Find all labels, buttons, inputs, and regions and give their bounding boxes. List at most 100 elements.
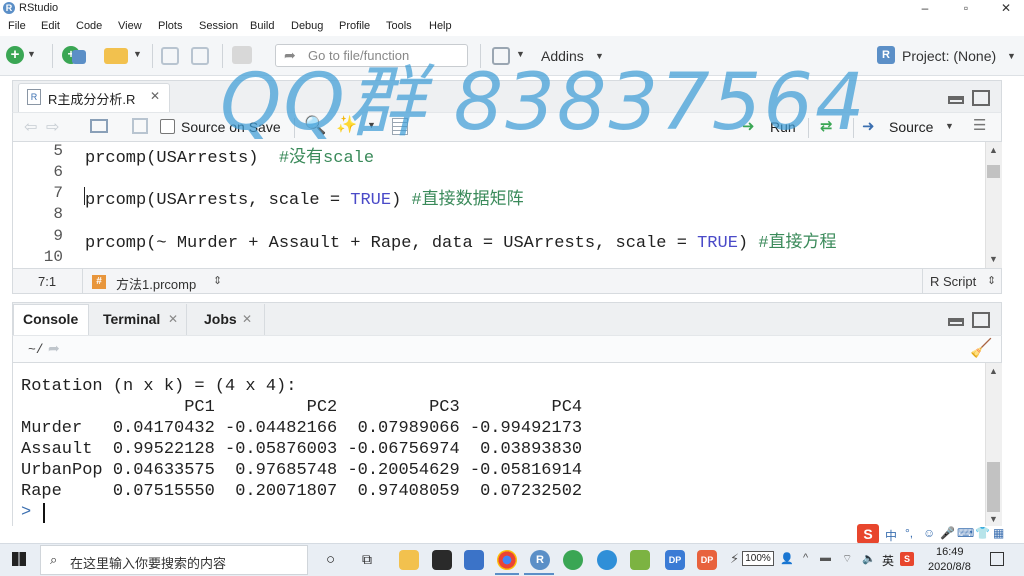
menu-edit[interactable]: Edit (41, 20, 60, 32)
file-explorer-icon[interactable] (399, 550, 419, 570)
source-on-save-checkbox[interactable] (160, 119, 175, 134)
minimize-button[interactable]: – (907, 0, 943, 18)
outline-icon[interactable]: ☰ (973, 116, 986, 134)
ime-indicator[interactable]: 英 (882, 552, 894, 569)
menu-profile[interactable]: Profile (339, 20, 370, 32)
console-scroll-up-icon[interactable]: ▲ (989, 366, 998, 376)
wifi-icon[interactable]: ⌔ (842, 552, 852, 566)
clear-console-broom-icon[interactable]: 🧹 (970, 338, 992, 359)
clock-date[interactable]: 2020/8/8 (928, 561, 971, 573)
rstudio-taskbar-icon[interactable]: R (530, 550, 550, 570)
console-output-line: Rotation (n x k) = (4 x 4): (21, 377, 297, 396)
toolbar-divider (52, 44, 53, 68)
console-maximize-icon[interactable] (972, 312, 990, 328)
source-dropdown-icon[interactable]: ▼ (945, 121, 954, 131)
console-output-line: PC1 PC2 PC3 PC4 (21, 398, 583, 417)
ime-voice-icon[interactable]: 🎤 (940, 526, 955, 540)
save-icon[interactable] (161, 47, 179, 65)
battery-indicator[interactable]: 100% (742, 551, 774, 566)
back-arrow-icon[interactable]: ⇦ (24, 117, 37, 137)
open-file-dropdown-icon[interactable]: ▼ (133, 49, 142, 59)
editor-scroll-thumb[interactable] (987, 165, 1000, 178)
mail-icon[interactable] (464, 550, 484, 570)
console-output[interactable]: Rotation (n x k) = (4 x 4): PC1 PC2 PC3 … (12, 363, 1002, 526)
line-number: 7 (53, 184, 63, 202)
editor-save-icon[interactable] (132, 118, 148, 134)
code-text: prcomp(~ Murder + Assault + Rape, data =… (85, 234, 698, 253)
battery-tray-icon[interactable]: ▬ (820, 552, 831, 564)
clock-time[interactable]: 16:49 (936, 546, 964, 558)
maximize-pane-icon[interactable] (972, 90, 990, 106)
menu-file[interactable]: File (8, 20, 26, 32)
code-editor[interactable]: 5 prcomp(USArrests) #没有scale 6 7 prcomp(… (12, 142, 1002, 268)
console-scroll-down-icon[interactable]: ▼ (989, 514, 998, 524)
menu-code[interactable]: Code (76, 20, 102, 32)
menu-debug[interactable]: Debug (291, 20, 323, 32)
project-r-icon: R (877, 46, 895, 64)
file-type[interactable]: R Script (930, 274, 976, 289)
code-text: ) (737, 234, 759, 253)
app-dp-icon[interactable]: DP (665, 550, 685, 570)
editor-scrollbar[interactable] (985, 142, 1002, 268)
source-button[interactable]: Source (889, 119, 933, 135)
sogou-ime-icon[interactable]: S (857, 524, 879, 544)
user-tray-icon[interactable]: 👤 (780, 552, 794, 565)
console-output-line: UrbanPop 0.04633575 0.97685748 -0.200546… (21, 461, 583, 480)
notes-icon[interactable] (630, 550, 650, 570)
app-ppt-icon[interactable]: DP (697, 550, 717, 570)
show-hidden-icons[interactable]: ^ (803, 552, 808, 564)
cortana-icon[interactable]: ○ (326, 551, 335, 568)
current-function[interactable]: 方法1.prcomp (116, 274, 196, 293)
scroll-down-icon[interactable]: ▼ (989, 254, 998, 264)
close-button[interactable]: ✕ (988, 0, 1024, 18)
close-terminal-icon[interactable]: ✕ (168, 312, 178, 326)
ime-emoji-icon[interactable]: ☺ (923, 526, 935, 540)
store-icon[interactable] (432, 550, 452, 570)
forward-arrow-icon[interactable]: ⇨ (46, 117, 59, 137)
new-file-icon[interactable]: + (6, 46, 24, 64)
file-type-dropdown-icon[interactable]: ⇕ (987, 274, 996, 287)
task-view-icon[interactable]: ⧉ (362, 551, 372, 568)
console-output-line: Rape 0.07515550 0.20071807 0.97408059 0.… (21, 482, 583, 501)
new-file-dropdown-icon[interactable]: ▼ (27, 49, 36, 59)
notification-center-icon[interactable] (990, 552, 1004, 566)
goto-directory-icon[interactable]: ➦ (48, 340, 60, 357)
ime-chinese-mode[interactable]: 中 (885, 527, 897, 544)
project-dropdown-icon[interactable]: ▼ (1007, 51, 1016, 61)
menu-help[interactable]: Help (429, 20, 452, 32)
maximize-button[interactable]: ▫ (948, 0, 984, 18)
function-dropdown-icon[interactable]: ⇕ (213, 274, 222, 287)
save-all-icon[interactable] (191, 47, 209, 65)
line-number: 9 (53, 227, 63, 245)
menu-build[interactable]: Build (250, 20, 274, 32)
close-tab-icon[interactable]: ✕ (150, 89, 160, 103)
console-minimize-icon[interactable] (948, 318, 964, 326)
show-in-window-icon[interactable] (90, 119, 108, 133)
wechat-icon[interactable] (563, 550, 583, 570)
search-icon: ⌕ (50, 552, 58, 567)
menu-view[interactable]: View (118, 20, 142, 32)
ime-user-icon[interactable]: 👕 (975, 526, 990, 540)
power-icon: ⚡ (730, 551, 740, 566)
minimize-pane-icon[interactable] (948, 96, 964, 104)
project-menu[interactable]: Project: (None) (902, 48, 996, 64)
r-file-icon: R (27, 89, 41, 105)
status-divider (82, 269, 83, 293)
ime-keyboard-icon[interactable]: ⌨ (957, 526, 974, 540)
sogou-tray-icon[interactable]: S (900, 552, 914, 566)
ime-punctuation-icon[interactable]: °, (905, 526, 913, 540)
menu-plots[interactable]: Plots (158, 20, 182, 32)
scroll-up-icon[interactable]: ▲ (989, 145, 998, 155)
volume-icon[interactable]: 🔈 (862, 552, 876, 565)
close-jobs-icon[interactable]: ✕ (242, 312, 252, 326)
chrome-icon[interactable] (497, 550, 517, 570)
browser-icon[interactable] (597, 550, 617, 570)
windows-start-icon[interactable] (12, 552, 26, 566)
rstudio-active-indicator (524, 573, 554, 575)
ime-menu-icon[interactable]: ▦ (993, 526, 1004, 540)
menu-tools[interactable]: Tools (386, 20, 412, 32)
code-comment: #直接数据矩阵 (411, 191, 524, 210)
console-scroll-thumb[interactable] (987, 462, 1000, 512)
open-file-icon[interactable] (104, 48, 128, 64)
menu-session[interactable]: Session (199, 20, 238, 32)
